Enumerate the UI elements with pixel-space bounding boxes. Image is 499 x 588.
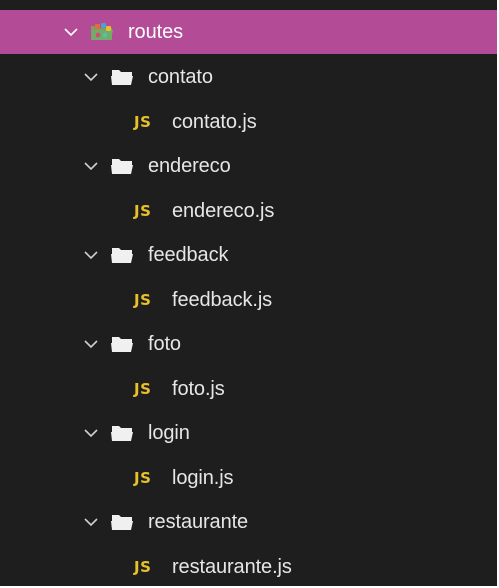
tree-item-routes[interactable]: routes <box>0 10 497 54</box>
tree-item-label: foto.js <box>172 377 225 400</box>
folder-open-icon <box>110 512 134 532</box>
tree-item-label: routes <box>128 20 183 43</box>
javascript-file-icon: JS <box>134 469 152 487</box>
tree-item-label: login.js <box>172 466 234 489</box>
javascript-file-icon: JS <box>134 380 152 398</box>
folder-open-icon <box>110 245 134 265</box>
tree-item-label: restaurante.js <box>172 555 292 578</box>
folder-open-icon <box>110 334 134 354</box>
tree-item-file-foto-js[interactable]: JS foto.js <box>0 367 497 411</box>
chevron-down-icon[interactable] <box>62 23 80 41</box>
folder-open-icon <box>110 423 134 443</box>
tree-item-label: feedback.js <box>172 288 273 311</box>
tree-item-label: restaurante <box>148 510 249 533</box>
tree-item-label: endereco <box>148 154 231 177</box>
folder-open-icon <box>110 156 134 176</box>
tree-item-label: contato.js <box>172 110 257 133</box>
tree-item-label: endereco.js <box>172 199 275 222</box>
tree-item-file-login-js[interactable]: JS login.js <box>0 456 497 500</box>
tree-item-label: contato <box>148 65 213 88</box>
javascript-file-icon: JS <box>134 202 152 220</box>
tree-item-folder-feedback[interactable]: feedback <box>0 233 497 277</box>
tree-item-folder-contato[interactable]: contato <box>0 55 497 99</box>
javascript-file-icon: JS <box>134 291 152 309</box>
tree-item-file-contato-js[interactable]: JS contato.js <box>0 100 497 144</box>
chevron-down-icon[interactable] <box>82 68 100 86</box>
tree-item-label: feedback <box>148 243 229 266</box>
chevron-down-icon[interactable] <box>82 335 100 353</box>
tree-item-folder-restaurante[interactable]: restaurante <box>0 500 497 544</box>
javascript-file-icon: JS <box>134 113 152 131</box>
file-explorer-tree: routes contato JS contato.js endereco JS… <box>0 0 499 588</box>
tree-item-file-feedback-js[interactable]: JS feedback.js <box>0 278 497 322</box>
tree-item-folder-endereco[interactable]: endereco <box>0 144 497 188</box>
chevron-down-icon[interactable] <box>82 157 100 175</box>
tree-item-file-restaurante-js[interactable]: JS restaurante.js <box>0 545 497 586</box>
tree-item-label: foto <box>148 332 181 355</box>
chevron-down-icon[interactable] <box>82 513 100 531</box>
routes-folder-icon <box>90 22 114 42</box>
tree-item-file-endereco-js[interactable]: JS endereco.js <box>0 189 497 233</box>
tree-item-folder-login[interactable]: login <box>0 411 497 455</box>
folder-open-icon <box>110 67 134 87</box>
chevron-down-icon[interactable] <box>82 424 100 442</box>
javascript-file-icon: JS <box>134 558 152 576</box>
tree-item-folder-foto[interactable]: foto <box>0 322 497 366</box>
chevron-down-icon[interactable] <box>82 246 100 264</box>
tree-item-label: login <box>148 421 190 444</box>
